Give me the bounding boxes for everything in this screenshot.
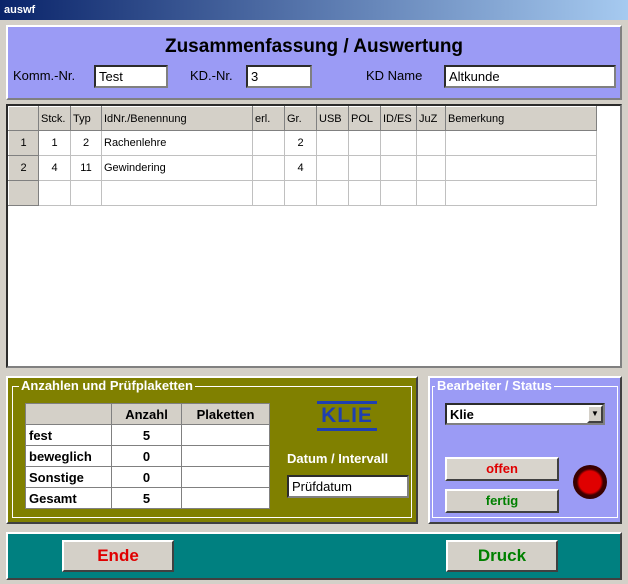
col-header-anzahl: Anzahl [111, 403, 182, 425]
table-cell[interactable] [252, 155, 285, 181]
status-frame: Bearbeiter / Status Klie ▼ offen fertig [432, 378, 618, 518]
page-title: Zusammenfassung / Auswertung [164, 36, 464, 57]
table-cell[interactable] [70, 180, 102, 206]
summary-anzahl: 0 [111, 445, 182, 467]
table-cell[interactable] [416, 130, 446, 156]
komm-input[interactable]: Test [94, 65, 168, 88]
table-cell[interactable]: 1 [38, 130, 71, 156]
positions-grid[interactable]: Stck. Typ IdNr./Benennung erl. Gr. USB P… [6, 104, 622, 368]
table-cell[interactable] [416, 180, 446, 206]
komm-label: Komm.-Nr. [13, 68, 76, 83]
summary-row: fest 5 [25, 424, 270, 446]
druck-button[interactable]: Druck [446, 540, 558, 572]
table-cell[interactable] [348, 155, 381, 181]
summary-panel: Anzahlen und Prüfplaketten Anzahl Plaket… [6, 376, 418, 524]
col-header[interactable]: ID/ES [380, 106, 417, 131]
summary-plaketten[interactable] [181, 466, 270, 488]
row-header[interactable]: 1 [8, 130, 39, 156]
summary-plaketten[interactable] [181, 487, 270, 509]
datum-input[interactable]: Prüfdatum [287, 475, 409, 498]
table-cell[interactable] [380, 155, 417, 181]
table-cell[interactable] [445, 155, 597, 181]
status-legend: Bearbeiter / Status [435, 378, 554, 393]
summary-anzahl: 5 [111, 487, 182, 509]
kd-label: KD.-Nr. [190, 68, 233, 83]
row-header[interactable]: 2 [8, 155, 39, 181]
table-cell[interactable] [252, 130, 285, 156]
col-header-plaketten: Plaketten [181, 403, 270, 425]
summary-plaketten[interactable] [181, 445, 270, 467]
kdname-label: KD Name [366, 68, 423, 83]
bearbeiter-value: Klie [450, 407, 474, 422]
table-cell[interactable]: Gewindering [101, 155, 253, 181]
kdname-input[interactable]: Altkunde [444, 65, 616, 88]
offen-button[interactable]: offen [445, 457, 559, 481]
table-cell[interactable] [348, 180, 381, 206]
table-cell[interactable]: 4 [38, 155, 71, 181]
table-cell[interactable] [380, 180, 417, 206]
table-row[interactable]: 2 4 11 Gewindering 4 [8, 155, 597, 181]
bearbeiter-select[interactable]: Klie ▼ [445, 403, 605, 425]
table-cell[interactable]: 4 [284, 155, 317, 181]
status-lamp-icon [573, 465, 607, 499]
header-panel: Zusammenfassung / Auswertung Komm.-Nr. T… [6, 25, 622, 100]
summary-plaketten[interactable] [181, 424, 270, 446]
summary-header-row: Anzahl Plaketten [25, 403, 270, 425]
table-cell[interactable]: 2 [70, 130, 102, 156]
summary-row-label: Gesamt [25, 487, 112, 509]
col-header[interactable]: Gr. [284, 106, 317, 131]
table-cell[interactable] [316, 180, 349, 206]
fertig-button[interactable]: fertig [445, 489, 559, 513]
table-cell[interactable] [284, 180, 317, 206]
grid-header-row: Stck. Typ IdNr./Benennung erl. Gr. USB P… [8, 106, 597, 131]
footer-panel: Ende Druck [6, 532, 622, 580]
summary-frame: Anzahlen und Prüfplaketten Anzahl Plaket… [12, 378, 412, 518]
col-header[interactable]: JuZ [416, 106, 446, 131]
summary-corner [25, 403, 112, 425]
col-header[interactable]: Stck. [38, 106, 71, 131]
window-title: auswf [0, 0, 628, 20]
table-cell[interactable] [252, 180, 285, 206]
col-header[interactable]: POL [348, 106, 381, 131]
col-header[interactable]: USB [316, 106, 349, 131]
table-cell[interactable] [380, 130, 417, 156]
grid-corner [8, 106, 39, 131]
col-header[interactable]: IdNr./Benennung [101, 106, 253, 131]
ende-button[interactable]: Ende [62, 540, 174, 572]
summary-row: beweglich 0 [25, 445, 270, 467]
table-cell[interactable] [348, 130, 381, 156]
summary-row-label: fest [25, 424, 112, 446]
col-header[interactable]: erl. [252, 106, 285, 131]
summary-row-label: beweglich [25, 445, 112, 467]
summary-row: Gesamt 5 [25, 487, 270, 509]
table-cell[interactable] [316, 130, 349, 156]
table-cell[interactable]: Rachenlehre [101, 130, 253, 156]
table-cell[interactable] [316, 155, 349, 181]
kd-input[interactable]: 3 [246, 65, 312, 88]
summary-legend: Anzahlen und Prüfplaketten [19, 378, 195, 393]
table-cell[interactable] [445, 130, 597, 156]
summary-anzahl: 5 [111, 424, 182, 446]
table-cell[interactable]: 11 [70, 155, 102, 181]
klie-logo: KLIE [317, 401, 377, 433]
summary-anzahl: 0 [111, 466, 182, 488]
table-cell[interactable] [38, 180, 71, 206]
summary-table: Anzahl Plaketten fest 5 beweglich 0 Sons… [25, 403, 270, 509]
table-cell[interactable] [101, 180, 253, 206]
table-row[interactable]: 1 1 2 Rachenlehre 2 [8, 130, 597, 156]
row-header[interactable] [8, 180, 39, 206]
status-panel: Bearbeiter / Status Klie ▼ offen fertig [428, 376, 622, 524]
table-row-new[interactable] [8, 180, 597, 206]
summary-row-label: Sonstige [25, 466, 112, 488]
positions-table: Stck. Typ IdNr./Benennung erl. Gr. USB P… [8, 106, 597, 206]
col-header[interactable]: Typ [70, 106, 102, 131]
table-cell[interactable]: 2 [284, 130, 317, 156]
klie-logo-text: KLIE [321, 404, 373, 427]
chevron-down-icon[interactable]: ▼ [587, 405, 603, 423]
summary-row: Sonstige 0 [25, 466, 270, 488]
table-cell[interactable] [416, 155, 446, 181]
table-cell[interactable] [445, 180, 597, 206]
col-header[interactable]: Bemerkung [445, 106, 597, 131]
datum-label: Datum / Intervall [287, 451, 389, 466]
